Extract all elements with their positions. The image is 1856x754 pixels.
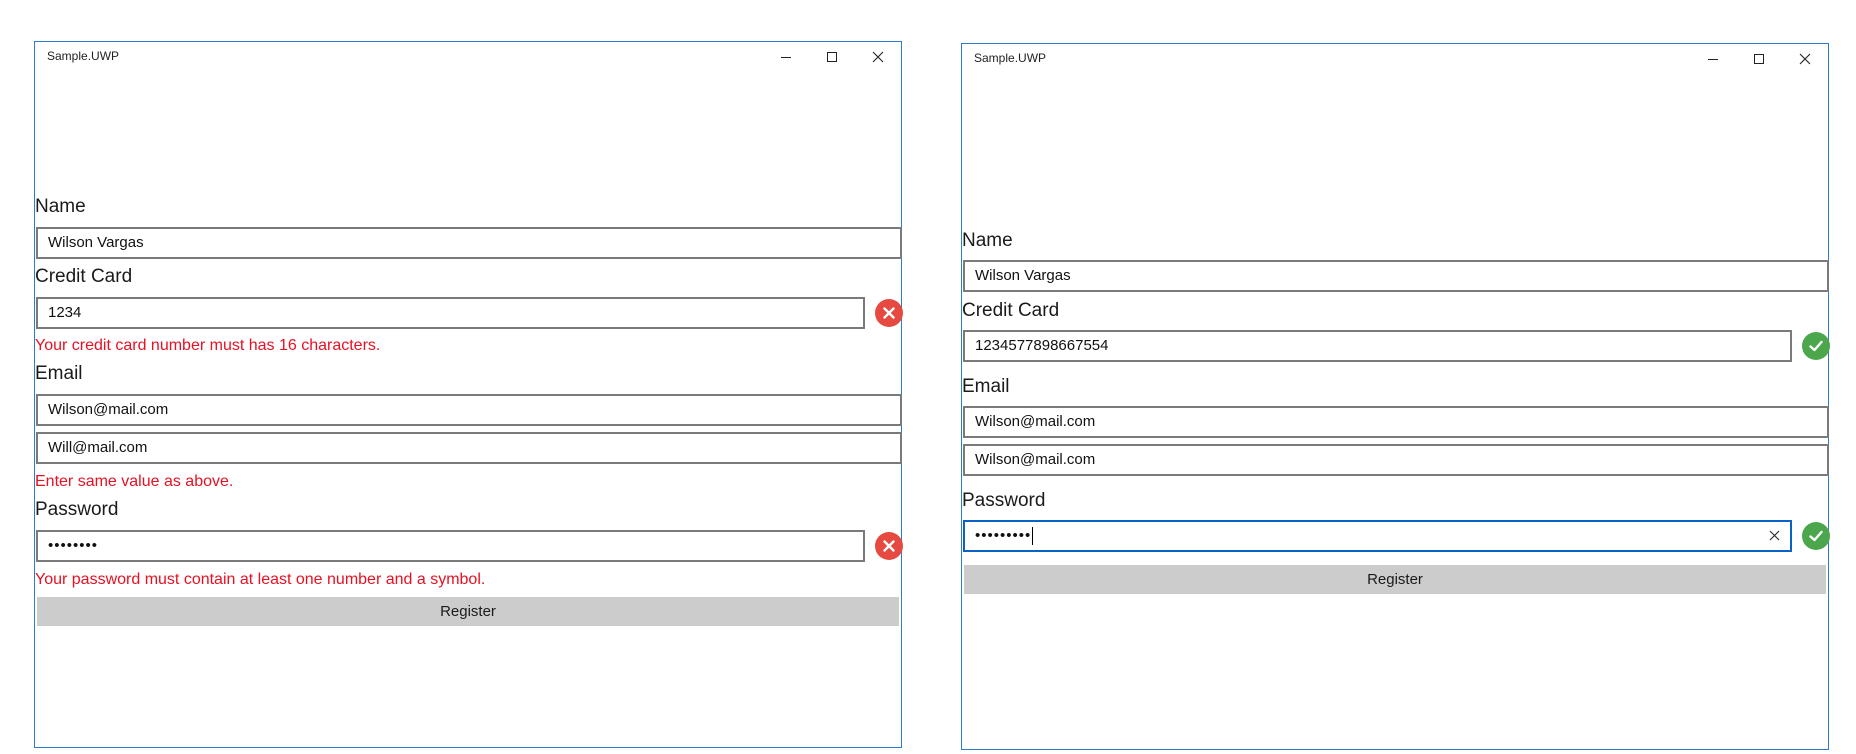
left-app-window: Sample.UWP Name Wilson Vargas Credit Car… <box>34 41 903 748</box>
credit-card-label: Credit Card <box>35 266 133 287</box>
password-label: Password <box>962 490 1046 511</box>
maximize-button[interactable] <box>1736 44 1782 74</box>
maximize-button[interactable] <box>809 42 855 72</box>
email-input[interactable]: Wilson@mail.com <box>963 406 1829 438</box>
minimize-button[interactable] <box>763 42 809 72</box>
close-button[interactable] <box>855 42 901 72</box>
register-button[interactable]: Register <box>37 597 899 626</box>
close-button[interactable] <box>1782 44 1828 74</box>
password-label: Password <box>35 499 119 520</box>
name-label: Name <box>35 196 86 217</box>
right-app-window: Sample.UWP Name Wilson Vargas Credit Car… <box>961 43 1830 750</box>
credit-card-error-icon <box>875 299 903 327</box>
register-button[interactable]: Register <box>964 565 1826 594</box>
window-title: Sample.UWP <box>974 51 1047 65</box>
name-input[interactable]: Wilson Vargas <box>36 227 902 259</box>
email-label: Email <box>35 363 83 384</box>
email-error-message: Enter same value as above. <box>35 473 234 490</box>
credit-card-error-message: Your credit card number must has 16 char… <box>35 337 381 354</box>
text-caret <box>1032 527 1034 546</box>
title-bar[interactable]: Sample.UWP <box>962 44 1828 74</box>
credit-card-valid-icon <box>1802 332 1830 360</box>
password-input[interactable]: •••••••• <box>36 530 865 562</box>
minimize-icon <box>1708 59 1718 60</box>
name-label: Name <box>962 230 1013 251</box>
close-icon <box>1799 53 1811 65</box>
maximize-icon <box>1754 54 1764 64</box>
close-icon <box>872 51 884 63</box>
password-valid-icon <box>1802 522 1830 550</box>
credit-card-input[interactable]: 1234 <box>36 297 865 329</box>
name-input[interactable]: Wilson Vargas <box>963 260 1829 292</box>
minimize-icon <box>781 57 791 58</box>
clear-x-icon[interactable] <box>1769 522 1780 560</box>
window-title: Sample.UWP <box>47 49 120 63</box>
password-error-icon <box>875 532 903 560</box>
minimize-button[interactable] <box>1690 44 1736 74</box>
title-bar[interactable]: Sample.UWP <box>35 42 901 72</box>
email-input[interactable]: Wilson@mail.com <box>36 394 902 426</box>
credit-card-input[interactable]: 1234577898667554 <box>963 330 1792 362</box>
maximize-icon <box>827 52 837 62</box>
email-label: Email <box>962 376 1010 397</box>
password-error-message: Your password must contain at least one … <box>35 571 486 588</box>
password-value: ••••••••• <box>975 527 1032 544</box>
credit-card-label: Credit Card <box>962 300 1060 321</box>
password-input[interactable]: ••••••••• <box>963 520 1792 552</box>
email-confirm-input[interactable]: Will@mail.com <box>36 432 902 464</box>
email-confirm-input[interactable]: Wilson@mail.com <box>963 444 1829 476</box>
